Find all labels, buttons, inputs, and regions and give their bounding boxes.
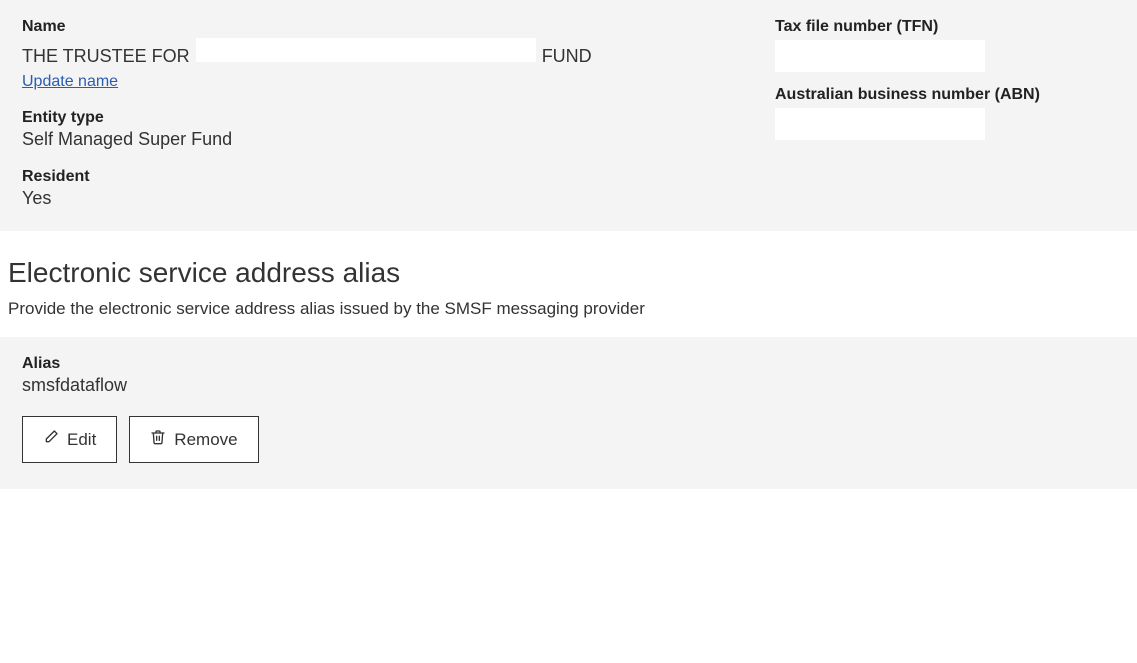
entity-details-panel: Name THE TRUSTEE FOR FUND Update name En… [0, 0, 1137, 231]
pencil-icon [43, 429, 59, 450]
resident-label: Resident [22, 168, 775, 186]
tfn-value-redacted [775, 40, 985, 72]
entity-type-label: Entity type [22, 109, 775, 127]
name-redacted [196, 38, 536, 62]
name-prefix: THE TRUSTEE FOR [22, 46, 190, 67]
esa-heading: Electronic service address alias [8, 257, 1137, 289]
esa-description: Provide the electronic service address a… [8, 299, 1137, 319]
resident-value: Yes [22, 188, 775, 209]
tfn-label: Tax file number (TFN) [775, 18, 1115, 36]
name-value: THE TRUSTEE FOR FUND [22, 38, 775, 67]
remove-button[interactable]: Remove [129, 416, 258, 463]
alias-label: Alias [22, 355, 1115, 373]
alias-panel: Alias smsfdataflow Edit Remove [0, 337, 1137, 489]
remove-button-label: Remove [174, 430, 237, 450]
abn-value-redacted [775, 108, 985, 140]
edit-button-label: Edit [67, 430, 96, 450]
name-label: Name [22, 18, 775, 36]
alias-value: smsfdataflow [22, 375, 1115, 396]
edit-button[interactable]: Edit [22, 416, 117, 463]
entity-type-value: Self Managed Super Fund [22, 129, 775, 150]
update-name-link[interactable]: Update name [22, 73, 118, 91]
trash-icon [150, 429, 166, 450]
name-suffix: FUND [542, 46, 592, 67]
abn-label: Australian business number (ABN) [775, 86, 1115, 104]
